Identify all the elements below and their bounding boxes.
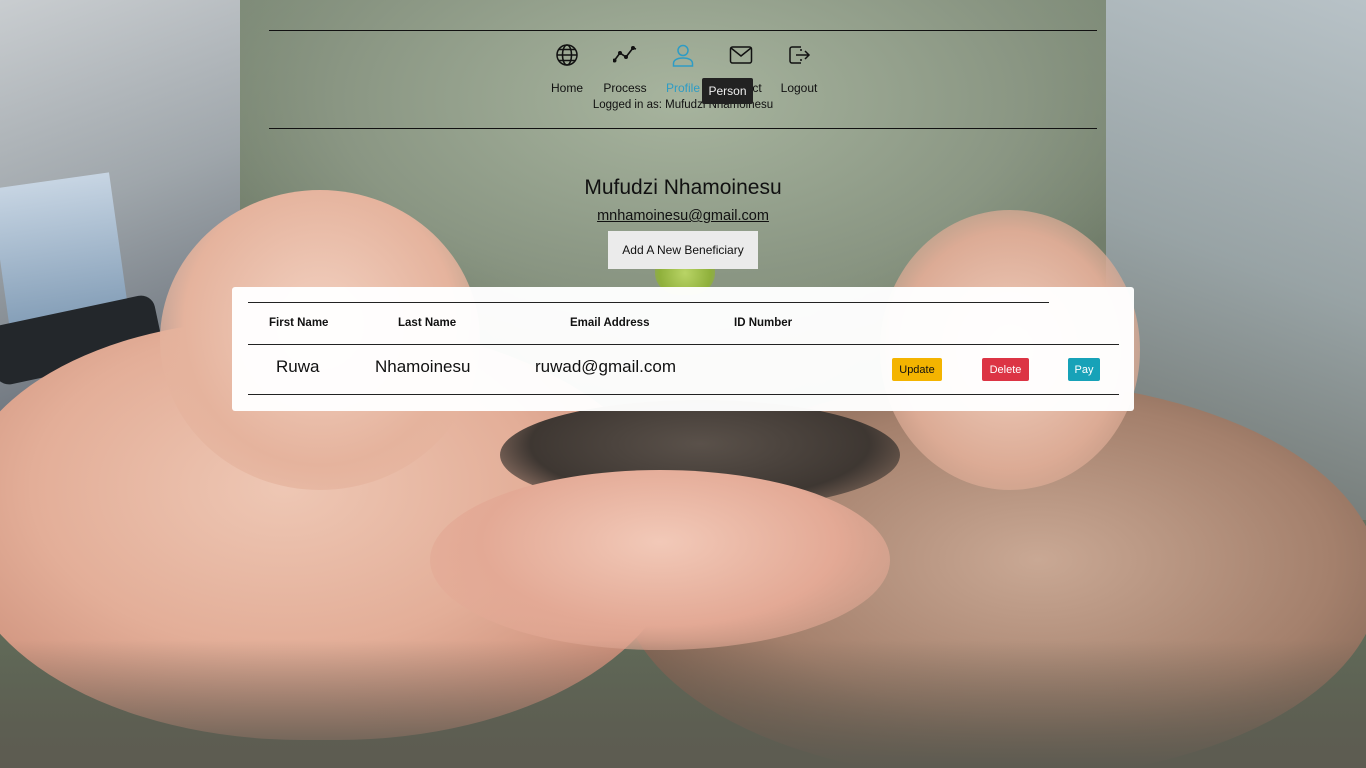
profile-email: mnhamoinesu@gmail.com — [0, 208, 1366, 224]
nav-label-profile: Profile — [665, 81, 700, 95]
table-divider — [248, 394, 1119, 395]
cell-first-name: Ruwa — [276, 357, 320, 376]
activity-icon — [613, 45, 637, 63]
person-icon — [672, 44, 694, 67]
header-last-name: Last Name — [398, 317, 457, 329]
table-divider — [248, 344, 1119, 345]
update-button[interactable]: Update — [892, 358, 942, 381]
cell-email: ruwad@gmail.com — [535, 357, 677, 376]
mail-icon — [729, 46, 753, 64]
person-tooltip: Person — [702, 78, 753, 104]
logged-in-status: Logged in as: Mufudzi Nhamoinesu — [592, 99, 774, 111]
header-email-address: Email Address — [570, 317, 650, 329]
nav-label-logout: Logout — [780, 81, 818, 95]
nav-item-process[interactable]: Process — [596, 43, 654, 95]
logout-icon — [789, 46, 811, 64]
delete-button[interactable]: Delete — [982, 358, 1029, 381]
nav-label-process: Process — [603, 81, 647, 95]
cell-last-name: Nhamoinesu — [375, 357, 471, 376]
profile-email-link[interactable]: mnhamoinesu@gmail.com — [597, 208, 769, 224]
globe-icon — [556, 44, 578, 66]
beneficiaries-table: First Name Last Name Email Address ID Nu… — [232, 287, 1134, 411]
nav-item-logout[interactable]: Logout — [770, 43, 828, 95]
nav-item-home[interactable]: Home — [538, 43, 596, 95]
nav-items: Home Process Profile Contact — [269, 43, 1097, 95]
nav-label-home: Home — [550, 81, 583, 95]
profile-name: Mufudzi Nhamoinesu — [584, 176, 782, 199]
pay-button[interactable]: Pay — [1068, 358, 1100, 381]
table-divider — [248, 302, 1049, 303]
add-beneficiary-button[interactable]: Add A New Beneficiary — [608, 231, 758, 269]
header-first-name: First Name — [269, 317, 329, 329]
top-navigation: Home Process Profile Contact — [269, 30, 1097, 129]
header-id-number: ID Number — [734, 317, 793, 329]
